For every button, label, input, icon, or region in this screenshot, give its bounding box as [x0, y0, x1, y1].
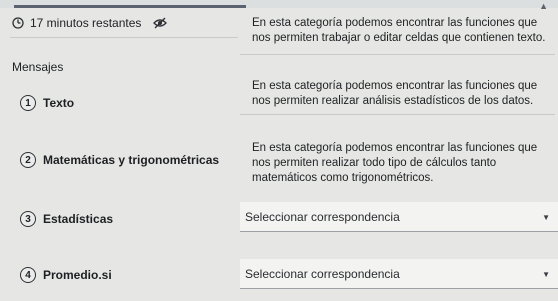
- match-item-2: 2 Matemáticas y trigonométricas: [20, 152, 219, 168]
- match-select-3[interactable]: Seleccionar correspondencia ▼: [240, 202, 558, 232]
- chevron-down-icon: ▼: [542, 213, 550, 222]
- divider: [240, 114, 555, 115]
- item-number: 3: [20, 211, 36, 227]
- timer-text: 17 minutos restantes: [30, 16, 142, 30]
- description-1: En esta categoría podemos encontrar las …: [252, 17, 546, 44]
- select-value: Seleccionar correspondencia: [245, 209, 400, 224]
- scroll-up-icon[interactable]: ▲: [539, 1, 548, 11]
- item-label: Matemáticas y trigonométricas: [43, 153, 220, 167]
- item-number: 4: [20, 267, 36, 283]
- item-label: Promedio.si: [43, 268, 112, 282]
- description-2: En esta categoría podemos encontrar las …: [252, 80, 538, 107]
- item-number: 2: [20, 152, 36, 168]
- select-value: Seleccionar correspondencia: [245, 266, 400, 281]
- timer-icon: [12, 17, 24, 29]
- match-item-4: 4 Promedio.si: [20, 267, 112, 283]
- hide-timer-icon[interactable]: [153, 17, 168, 29]
- item-label: Texto: [43, 96, 75, 110]
- timer: 17 minutos restantes: [12, 16, 168, 30]
- description-3: En esta categoría podemos encontrar las …: [252, 142, 538, 184]
- progress-line: [14, 5, 246, 8]
- item-number: 1: [20, 95, 36, 111]
- chevron-down-icon: ▼: [542, 270, 550, 279]
- match-item-3: 3 Estadísticas: [20, 211, 113, 227]
- section-title: Mensajes: [12, 60, 64, 74]
- match-item-1: 1 Texto: [20, 95, 74, 111]
- item-label: Estadísticas: [43, 212, 114, 226]
- match-select-4[interactable]: Seleccionar correspondencia ▼: [240, 259, 558, 289]
- divider: [10, 37, 238, 38]
- divider: [240, 54, 555, 55]
